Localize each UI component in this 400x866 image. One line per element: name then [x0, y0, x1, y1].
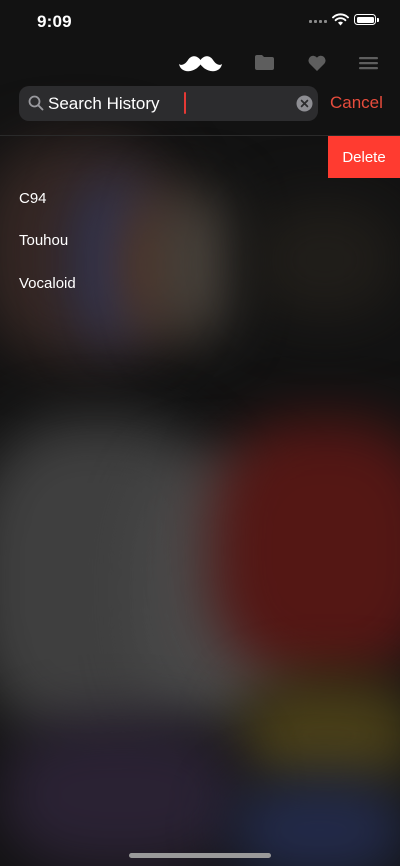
delete-button[interactable]: Delete	[328, 136, 400, 178]
battery-icon	[354, 14, 379, 25]
search-field[interactable]	[19, 86, 318, 121]
list-item[interactable]: Vocaloid	[0, 263, 400, 305]
clear-icon[interactable]	[296, 95, 313, 112]
text-cursor	[184, 92, 186, 114]
search-input[interactable]	[48, 86, 278, 121]
home-indicator	[129, 853, 271, 858]
status-time: 9:09	[37, 12, 72, 31]
blurred-background	[0, 0, 400, 866]
list-item[interactable]: C94	[0, 178, 400, 220]
heart-icon[interactable]	[307, 54, 327, 72]
list-item-label: Vocaloid	[19, 275, 76, 292]
toolbar	[0, 44, 400, 84]
wifi-icon	[332, 13, 349, 26]
folder-icon[interactable]	[254, 54, 275, 71]
search-icon	[28, 95, 44, 111]
menu-icon[interactable]	[359, 56, 378, 70]
list-item-label: C94	[19, 190, 47, 207]
mustache-logo-icon[interactable]	[178, 54, 223, 74]
status-bar: 9:09	[0, 0, 400, 44]
list-item-label: Touhou	[19, 232, 69, 249]
cancel-button[interactable]: Cancel	[330, 93, 383, 113]
list-item[interactable]: Touhou	[0, 220, 400, 262]
cellular-signal-icon	[309, 20, 327, 23]
